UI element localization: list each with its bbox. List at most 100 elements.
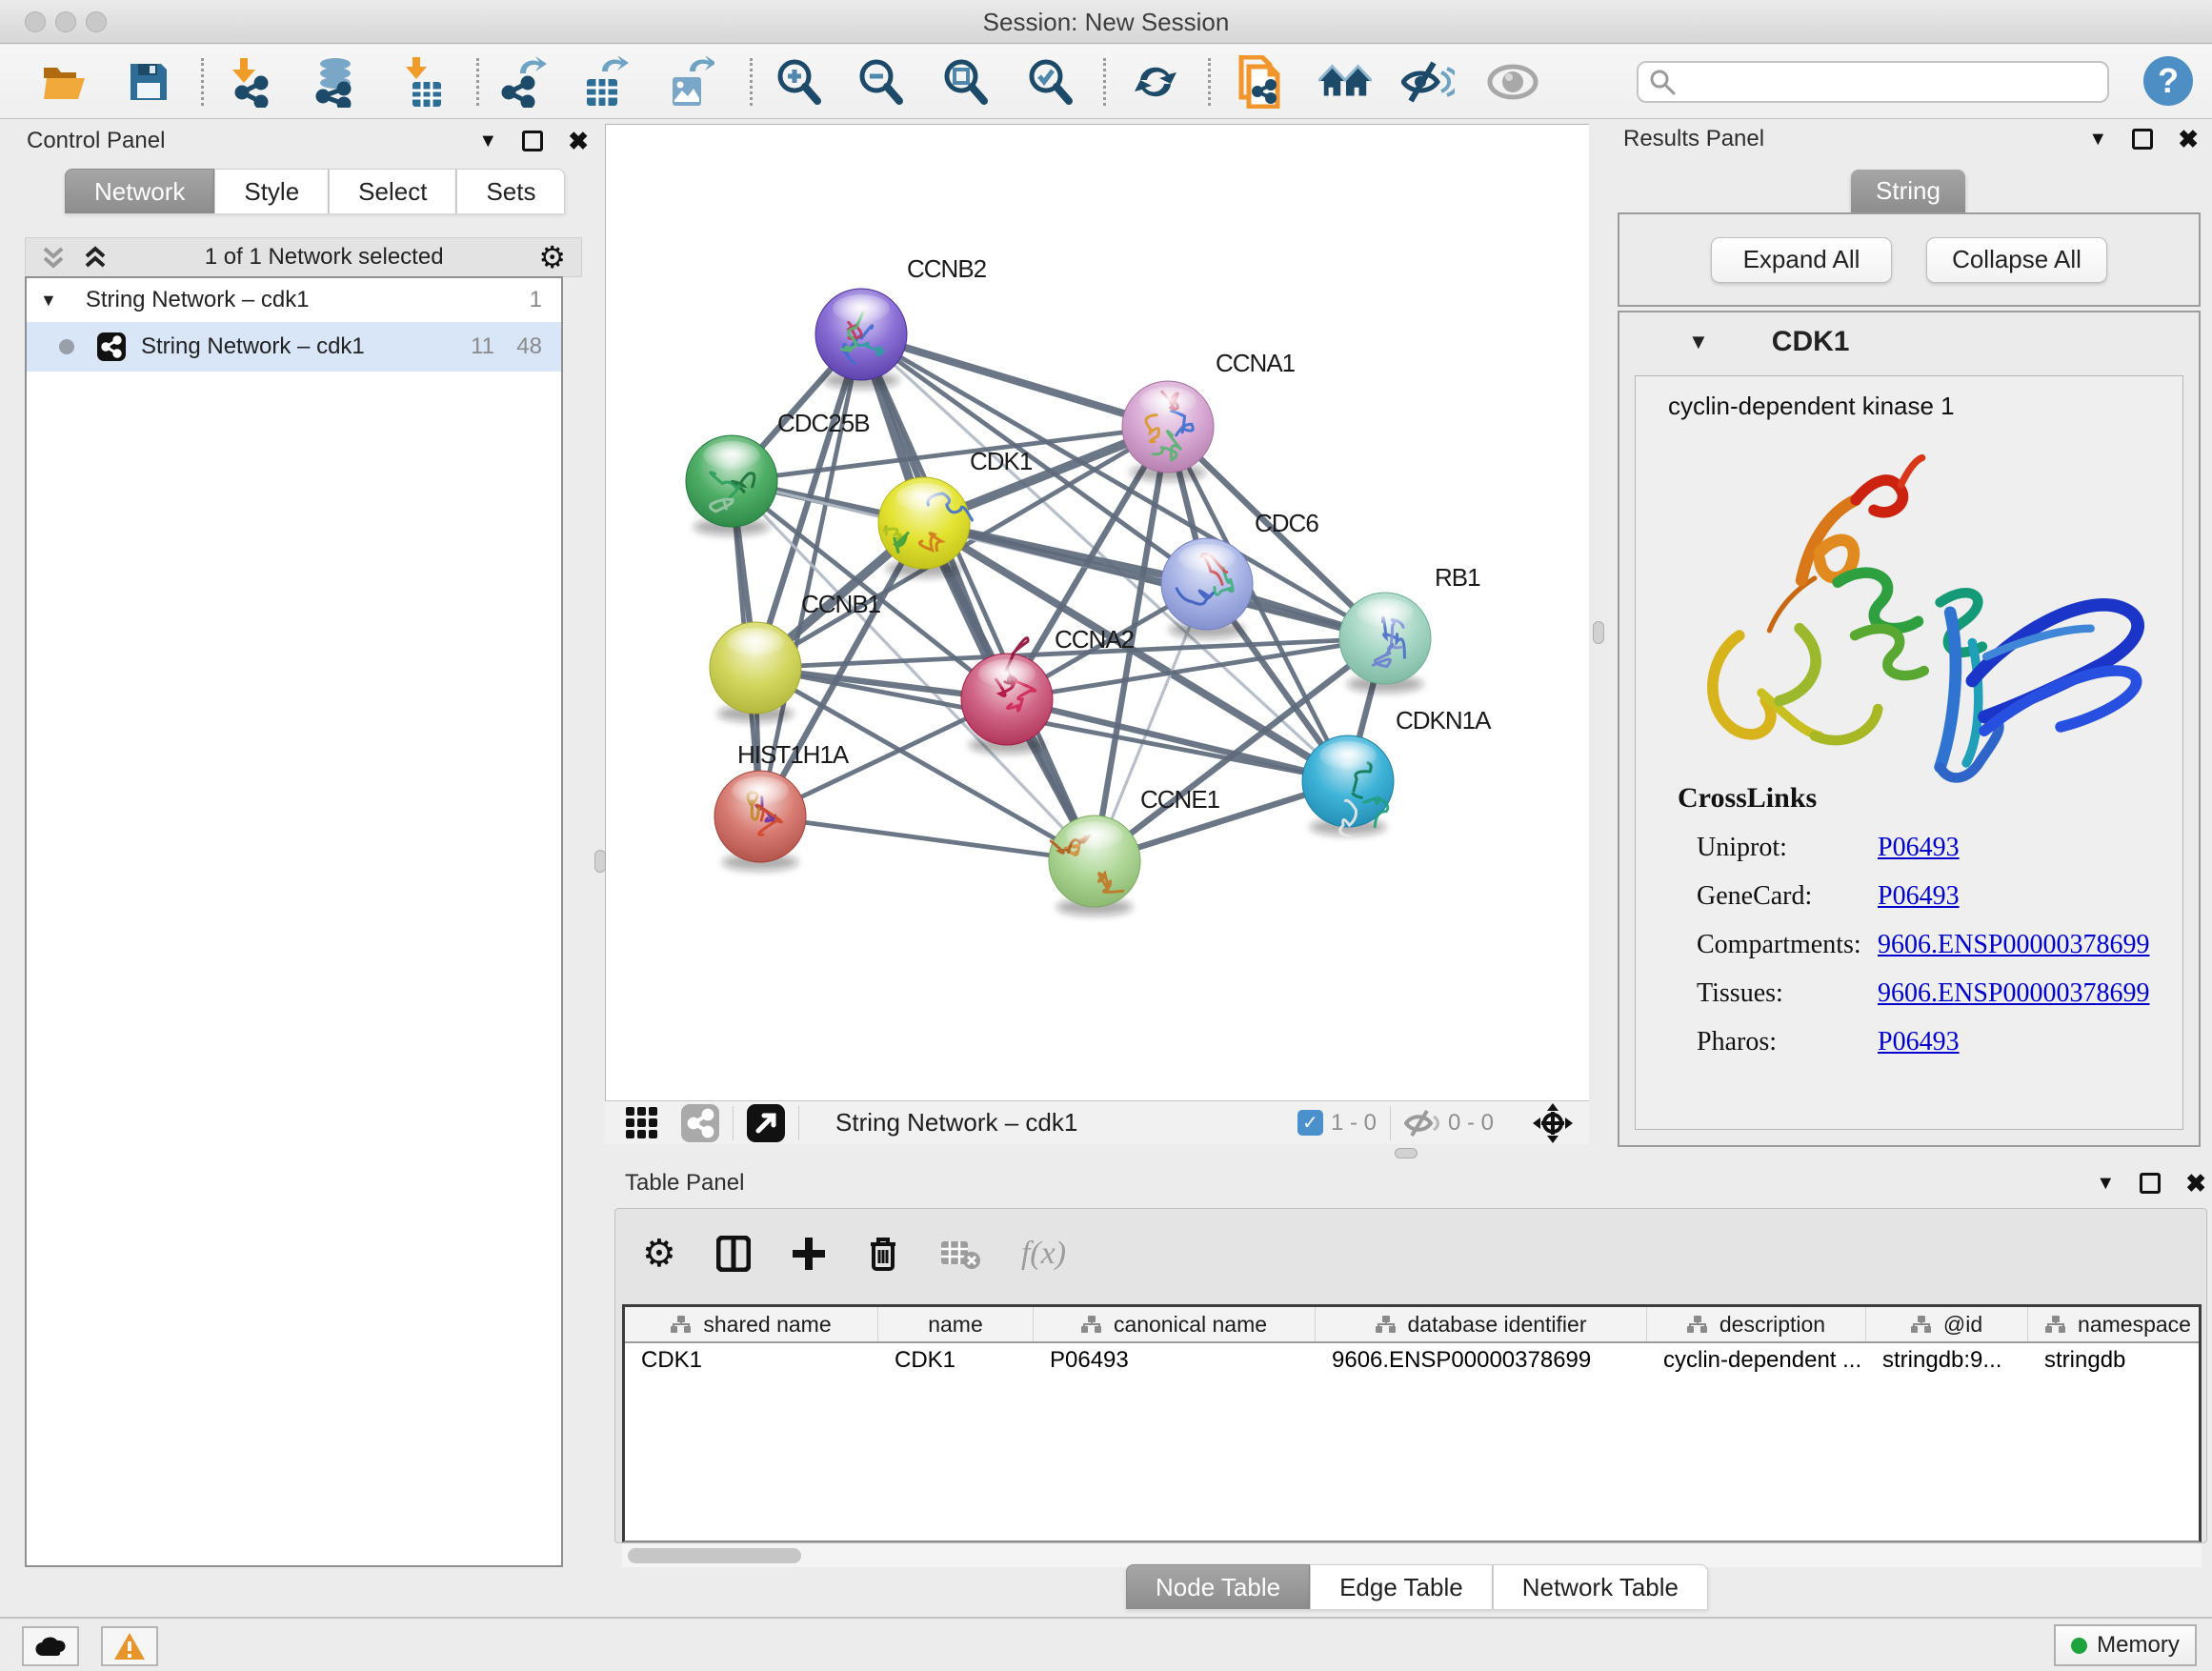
network-edge[interactable]: [924, 523, 1385, 638]
eye-slash-icon[interactable]: [1401, 55, 1455, 109]
panel-menu-icon[interactable]: ▼: [478, 131, 497, 152]
panel-float-icon[interactable]: [522, 131, 543, 151]
column-header--id[interactable]: @id: [1866, 1307, 2028, 1341]
delete-table-icon[interactable]: [939, 1238, 981, 1270]
expand-all-button[interactable]: Expand All: [1711, 237, 1892, 283]
gene-collapse-icon[interactable]: ▼: [1688, 330, 1709, 354]
network-node-RB1[interactable]: RB1: [1339, 563, 1480, 693]
open-session-icon[interactable]: [38, 55, 91, 109]
search-input[interactable]: [1677, 69, 2086, 95]
tab-node-table[interactable]: Node Table: [1126, 1564, 1310, 1609]
collapse-all-button[interactable]: Collapse All: [1926, 237, 2107, 283]
crosslink-link[interactable]: P06493: [1878, 881, 1960, 912]
tree-expander-icon[interactable]: ▼: [40, 291, 57, 311]
table-cell[interactable]: stringdb: [2028, 1343, 2202, 1378]
import-table-icon[interactable]: [396, 55, 450, 109]
table-cell[interactable]: stringdb:9...: [1866, 1343, 2028, 1378]
zoom-out-icon[interactable]: [854, 55, 907, 109]
grid-view-icon[interactable]: [624, 1105, 660, 1141]
memory-status-icon: [2071, 1638, 2087, 1654]
tab-style[interactable]: Style: [214, 169, 329, 213]
show-columns-icon[interactable]: [716, 1236, 751, 1272]
horizontal-splitter-handle[interactable]: [1395, 1148, 1418, 1158]
import-network-database-icon[interactable]: [309, 55, 362, 109]
column-header-shared-name[interactable]: shared name: [625, 1307, 878, 1341]
save-session-icon[interactable]: [122, 55, 175, 109]
hidden-eye-slash-icon[interactable]: [1404, 1109, 1440, 1137]
crosslink-link[interactable]: P06493: [1878, 833, 1960, 863]
import-network-file-icon[interactable]: [227, 55, 280, 109]
memory-button[interactable]: Memory: [2054, 1624, 2197, 1666]
zoom-selected-icon[interactable]: [1023, 55, 1076, 109]
network-edge[interactable]: [861, 334, 1168, 427]
table-gear-icon[interactable]: ⚙: [642, 1232, 676, 1276]
birds-eye-icon[interactable]: [1532, 1102, 1574, 1144]
warning-icon: [113, 1632, 146, 1661]
add-column-icon[interactable]: [791, 1236, 827, 1272]
export-table-icon[interactable]: [577, 55, 631, 109]
scrollbar-thumb[interactable]: [628, 1548, 801, 1563]
collapse-all-icon[interactable]: [39, 243, 68, 272]
zoom-fit-icon[interactable]: [938, 55, 992, 109]
crosslink-link[interactable]: P06493: [1878, 1027, 1960, 1057]
panel-menu-icon[interactable]: ▼: [2088, 129, 2107, 151]
table-cell[interactable]: cyclin-dependent ...: [1647, 1343, 1866, 1378]
column-header-description[interactable]: description: [1647, 1307, 1866, 1341]
vertical-splitter-handle[interactable]: [1593, 621, 1604, 644]
vertical-splitter-handle[interactable]: [594, 850, 606, 873]
network-node-CCNE1[interactable]: CCNE1: [1049, 785, 1220, 916]
export-image-icon[interactable]: [663, 55, 716, 109]
table-cell[interactable]: CDK1: [878, 1343, 1034, 1378]
panel-float-icon[interactable]: [2132, 129, 2153, 150]
warning-button[interactable]: [101, 1626, 158, 1666]
crosslink-link[interactable]: 9606.ENSP00000378699: [1878, 978, 2149, 1009]
cloud-button[interactable]: [22, 1626, 79, 1666]
panel-float-icon[interactable]: [2140, 1173, 2161, 1194]
tab-select[interactable]: Select: [329, 169, 456, 213]
network-edge[interactable]: [760, 816, 1095, 861]
network-node-CDKN1A[interactable]: CDKN1A: [1302, 706, 1492, 837]
network-node-CCNB1[interactable]: CCNB1: [710, 590, 881, 722]
tab-network[interactable]: Network: [65, 169, 214, 213]
open-external-icon[interactable]: [747, 1104, 785, 1142]
table-cell[interactable]: P06493: [1034, 1343, 1316, 1378]
network-edge[interactable]: [861, 334, 1095, 861]
panel-close-icon[interactable]: ✖: [2178, 129, 2199, 150]
column-header-database-identifier[interactable]: database identifier: [1316, 1307, 1647, 1341]
zoom-in-icon[interactable]: [772, 55, 825, 109]
selected-checkbox-icon[interactable]: ✓: [1297, 1110, 1323, 1136]
network-canvas[interactable]: CCNB2CCNA1CDC25BCDK1CDC6RB1CCNB1CCNA2CDK…: [605, 124, 1589, 1100]
clipboard-network-icon[interactable]: [1234, 55, 1287, 109]
table-cell[interactable]: 9606.ENSP00000378699: [1316, 1343, 1647, 1378]
network-collection-row[interactable]: ▼ String Network – cdk1 1: [27, 278, 561, 322]
column-header-name[interactable]: name: [878, 1307, 1034, 1341]
crosslink-link[interactable]: 9606.ENSP00000378699: [1878, 930, 2149, 960]
network-node-CCNB2[interactable]: CCNB2: [815, 254, 987, 389]
expand-all-icon[interactable]: [81, 243, 110, 272]
export-network-icon[interactable]: [495, 55, 549, 109]
tab-network-table[interactable]: Network Table: [1493, 1564, 1708, 1609]
column-header-canonical-name[interactable]: canonical name: [1034, 1307, 1316, 1341]
panel-close-icon[interactable]: ✖: [2185, 1173, 2206, 1194]
help-icon[interactable]: ?: [2143, 56, 2193, 106]
delete-column-icon[interactable]: [867, 1235, 899, 1273]
column-header-namespace[interactable]: namespace: [2028, 1307, 2202, 1341]
network-graph[interactable]: CCNB2CCNA1CDC25BCDK1CDC6RB1CCNB1CCNA2CDK…: [606, 125, 1588, 1099]
network-node-CCNA1[interactable]: CCNA1: [1122, 349, 1296, 481]
gear-icon[interactable]: ⚙: [538, 239, 566, 275]
function-builder-icon[interactable]: f(x): [1021, 1236, 1066, 1272]
double-home-icon[interactable]: [1318, 55, 1372, 109]
network-node-HIST1H1A[interactable]: HIST1H1A: [714, 740, 850, 871]
tab-sets[interactable]: Sets: [456, 169, 565, 213]
network-row[interactable]: String Network – cdk1 11 48: [27, 322, 561, 372]
eye-icon[interactable]: [1486, 55, 1539, 109]
table-row[interactable]: CDK1CDK1P064939606.ENSP00000378699cyclin…: [625, 1343, 2199, 1378]
selected-counts: 1 - 0: [1331, 1110, 1377, 1137]
network-share-view-icon[interactable]: [681, 1104, 719, 1142]
panel-close-icon[interactable]: ✖: [568, 131, 589, 151]
refresh-icon[interactable]: [1129, 55, 1182, 109]
panel-menu-icon[interactable]: ▼: [2096, 1173, 2115, 1195]
tab-edge-table[interactable]: Edge Table: [1310, 1564, 1493, 1609]
tab-string[interactable]: String: [1851, 170, 1965, 212]
table-cell[interactable]: CDK1: [625, 1343, 878, 1378]
